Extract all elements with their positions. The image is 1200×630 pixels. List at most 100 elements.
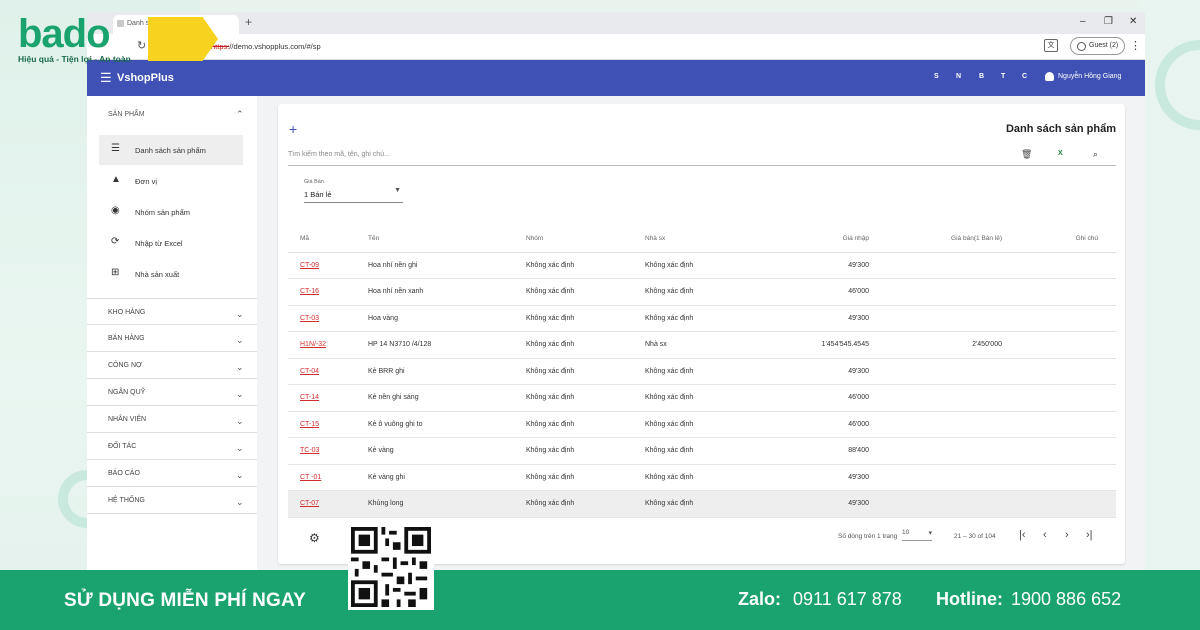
sidebar-item-nhom-san-pham[interactable]: ◉ Nhóm sản phẩm (99, 197, 243, 227)
quick-link-b[interactable]: B (979, 73, 984, 80)
translate-icon[interactable]: 文 (1044, 39, 1058, 52)
group-icon: ◉ (111, 205, 120, 216)
sidebar-group-ngan-quy[interactable]: NGÂN QUỸ ⌄ (87, 379, 257, 406)
add-product-button[interactable]: + (289, 121, 297, 137)
cta-text[interactable]: SỬ DỤNG MIỄN PHÍ NGAY (64, 590, 306, 612)
table-row[interactable]: H1N/-32 HP 14 N3710 /4/128 Không xác địn… (288, 331, 1116, 359)
column-header-gia-nhap[interactable]: Giá nhập (745, 226, 875, 253)
table-row[interactable]: CT -01 Kẻ vàng ghi Không xác định Không … (288, 464, 1116, 491)
menu-icon[interactable]: ☰ (100, 70, 112, 86)
cell-name: Kẻ vàng ghi (368, 464, 526, 491)
cell-group: Không xác định (526, 331, 645, 359)
next-page-icon[interactable]: › (1065, 529, 1069, 541)
app-title: VshopPlus (117, 72, 174, 84)
cell-price (875, 411, 1010, 438)
sidebar-group-bao-cao[interactable]: BÁO CÁO ⌄ (87, 460, 257, 487)
cell-price (875, 464, 1010, 491)
cell-code[interactable]: CT-07 (288, 490, 368, 518)
cell-maker: Không xác định (645, 305, 745, 332)
url-path: //demo.vshopplus.com/#/sp (229, 42, 321, 51)
product-code-link[interactable]: CT-03 (300, 315, 319, 322)
sidebar-group-nhan-vien[interactable]: NHÂN VIÊN ⌄ (87, 406, 257, 433)
user-menu[interactable]: Nguyễn Hồng Giang (1045, 72, 1121, 81)
table-row[interactable]: CT-09 Hoa nhí nền ghi Không xác định Khô… (288, 252, 1116, 279)
sidebar-section-title[interactable]: SẢN PHẨM (108, 111, 145, 118)
cell-code[interactable]: CT-03 (288, 305, 368, 332)
cell-cost: 49'300 (745, 490, 875, 518)
table-row[interactable]: CT-04 Kẻ BRR ghi Không xác định Không xá… (288, 358, 1116, 385)
last-page-icon[interactable]: ›| (1086, 529, 1093, 541)
product-code-link[interactable]: CT-04 (300, 368, 319, 375)
settings-gear-icon[interactable]: ⚙ (309, 531, 320, 545)
cell-code[interactable]: CT-16 (288, 278, 368, 306)
rows-per-page-select[interactable]: 10 ▾ (902, 529, 932, 541)
column-header-ten[interactable]: Tên (368, 226, 526, 253)
factory-icon: ⊞ (111, 267, 120, 278)
sidebar-group-kho-hang[interactable]: KHO HÀNG ⌄ (87, 298, 257, 325)
profile-avatar-icon (1077, 41, 1086, 51)
restore-icon[interactable]: ❐ (1104, 16, 1113, 27)
product-code-link[interactable]: CT-16 (300, 288, 319, 295)
column-header-nhom[interactable]: Nhóm (526, 226, 645, 253)
table-row[interactable]: CT-14 Kẻ nền ghi sáng Không xác định Khô… (288, 384, 1116, 412)
close-window-icon[interactable]: ✕ (1129, 16, 1137, 27)
cell-code[interactable]: CT-14 (288, 384, 368, 412)
first-page-icon[interactable]: |‹ (1019, 529, 1026, 541)
product-code-link[interactable]: TC-03 (300, 447, 319, 454)
minimize-icon[interactable]: – (1080, 16, 1086, 27)
quick-link-t[interactable]: T (1001, 73, 1005, 80)
zalo-number[interactable]: 0911 617 878 (793, 589, 902, 610)
search-input[interactable]: Tìm kiếm theo mã, tên, ghi chú... (288, 151, 390, 158)
product-code-link[interactable]: CT-15 (300, 421, 319, 428)
product-code-link[interactable]: CT-14 (300, 394, 319, 401)
product-code-link[interactable]: H1N/-32 (300, 341, 326, 348)
sidebar-group-he-thong[interactable]: HỆ THỐNG ⌄ (87, 487, 257, 514)
prev-page-icon[interactable]: ‹ (1043, 529, 1047, 541)
table-row[interactable]: CT-15 Kẻ ô vuông ghi to Không xác định K… (288, 411, 1116, 438)
cell-maker: Không xác định (645, 490, 745, 518)
column-header-nha-sx[interactable]: Nhà sx (645, 226, 745, 253)
cell-code[interactable]: CT-04 (288, 358, 368, 385)
chevron-up-icon[interactable]: ⌃ (236, 109, 244, 120)
cell-name: Hoa nhí nền ghi (368, 252, 526, 279)
browser-menu-icon[interactable]: ⋮ (1130, 39, 1141, 52)
product-code-link[interactable]: CT-07 (300, 500, 319, 507)
cell-code[interactable]: CT-09 (288, 252, 368, 279)
cell-price (875, 490, 1010, 518)
cell-code[interactable]: CT-15 (288, 411, 368, 438)
cell-code[interactable]: TC-03 (288, 437, 368, 465)
column-header-ma[interactable]: Mã (288, 226, 368, 253)
sidebar-item-nhap-tu-excel[interactable]: ⟳ Nhập từ Excel (99, 228, 243, 258)
table-row[interactable]: CT-07 Khủng long Không xác định Không xá… (288, 490, 1116, 518)
profile-button[interactable]: Guest (2) (1070, 37, 1126, 55)
column-header-ghi-chu[interactable]: Ghi chú (1010, 226, 1116, 253)
table-row[interactable]: CT-16 Hoa nhí nền xanh Không xác định Kh… (288, 278, 1116, 306)
sidebar-group-cong-no[interactable]: CÔNG NỢ ⌄ (87, 352, 257, 379)
sidebar-item-nha-san-xuat[interactable]: ⊞ Nhà sản xuất (99, 259, 243, 289)
cell-code[interactable]: CT -01 (288, 464, 368, 491)
sidebar-group-ban-hang[interactable]: BÁN HÀNG ⌄ (87, 325, 257, 352)
new-tab-icon[interactable]: + (245, 15, 252, 29)
table-row[interactable]: TC-03 Kẻ vàng Không xác định Không xác đ… (288, 437, 1116, 465)
quick-link-s[interactable]: S (934, 73, 939, 80)
reload-icon[interactable]: ↻ (137, 39, 146, 52)
table-row[interactable]: CT-03 Hoa vàng Không xác định Không xác … (288, 305, 1116, 332)
product-code-link[interactable]: CT-09 (300, 262, 319, 269)
column-header-gia-ban[interactable]: Giá bán(1 Bán lẻ) (875, 226, 1010, 253)
quick-link-c[interactable]: C (1022, 73, 1027, 80)
cell-code[interactable]: H1N/-32 (288, 331, 368, 359)
search-icon[interactable]: ⌕ (1093, 149, 1098, 160)
qr-code[interactable] (348, 524, 434, 610)
quick-link-n[interactable]: N (956, 73, 961, 80)
cell-note (1010, 411, 1116, 438)
url-field[interactable]: https://demo.vshopplus.com/#/sp (211, 42, 321, 51)
excel-export-icon[interactable]: X (1058, 150, 1063, 157)
cell-group: Không xác định (526, 464, 645, 491)
delete-filter-icon[interactable]: 🗑 (1021, 149, 1032, 160)
sidebar-item-don-vi[interactable]: ▲ Đơn vị (99, 166, 243, 196)
product-code-link[interactable]: CT -01 (300, 474, 321, 481)
price-select[interactable]: Giá Bán 1 Bán lẻ ▼ (304, 177, 403, 203)
sidebar-item-danh-sach-san-pham[interactable]: ☰ Danh sách sản phẩm (99, 135, 243, 165)
hotline-number[interactable]: 1900 886 652 (1011, 589, 1121, 610)
sidebar-group-doi-tac[interactable]: ĐỐI TÁC ⌄ (87, 433, 257, 460)
